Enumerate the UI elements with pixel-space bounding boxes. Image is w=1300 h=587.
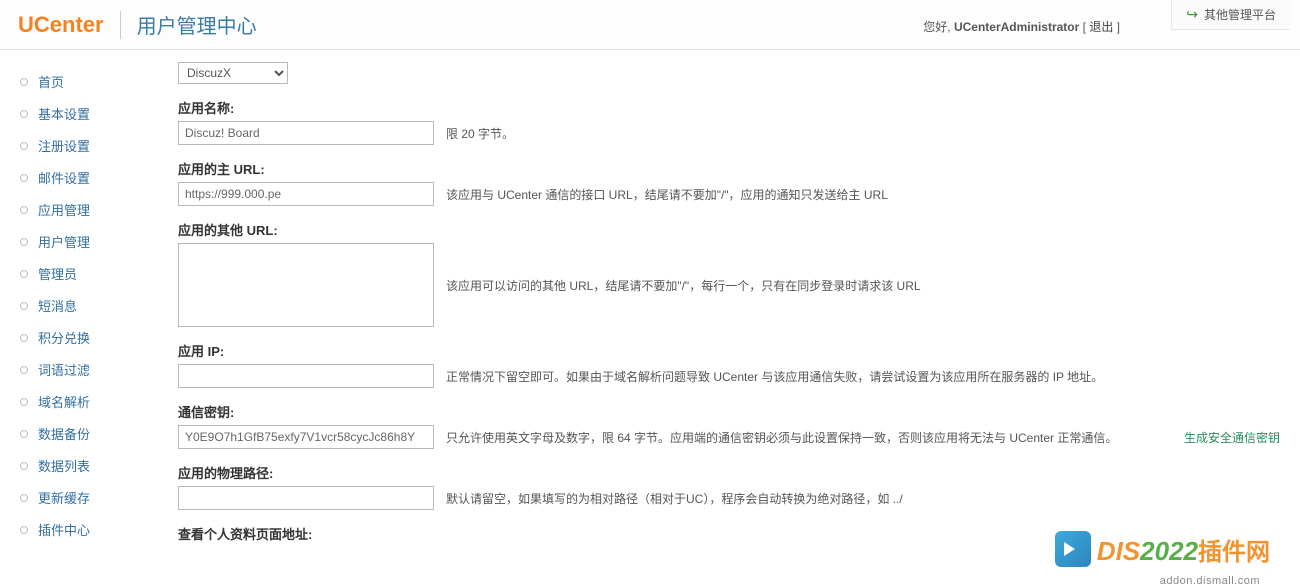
username-text: UCenterAdministrator [954, 20, 1079, 34]
hint-ip: 正常情况下留空即可。如果由于域名解析问题导致 UCenter 与该应用通信失败，… [446, 364, 1280, 387]
sidebar-link-plugins[interactable]: 插件中心 [38, 520, 90, 539]
sidebar-item: 首页 [20, 72, 160, 91]
sidebar-item: 插件中心 [20, 520, 160, 539]
sidebar-link-domain[interactable]: 域名解析 [38, 392, 90, 411]
share-arrow-icon: ↪ [1186, 6, 1198, 23]
sidebar-item: 基本设置 [20, 104, 160, 123]
sidebar-link-datalist[interactable]: 数据列表 [38, 456, 90, 475]
app-type-select[interactable]: DiscuzX [178, 62, 288, 84]
sidebar-item: 用户管理 [20, 232, 160, 251]
other-platform-link[interactable]: 其他管理平台 [1204, 6, 1276, 23]
logo: UCenter [18, 12, 104, 38]
row-appname: 应用名称: 限 20 字节。 [178, 98, 1280, 145]
bracket-r: ] [1113, 20, 1120, 34]
input-mainurl[interactable] [178, 182, 434, 206]
header-divider [120, 11, 121, 39]
watermark: DIS2022插件网 [1055, 531, 1270, 567]
sidebar-link-apps[interactable]: 应用管理 [38, 200, 90, 219]
row-ip: 应用 IP: 正常情况下留空即可。如果由于域名解析问题导致 UCenter 与该… [178, 341, 1280, 388]
sidebar-link-cache[interactable]: 更新缓存 [38, 488, 90, 507]
sidebar-item: 词语过滤 [20, 360, 160, 379]
label-path: 应用的物理路径: [178, 463, 1280, 482]
sidebar-item: 应用管理 [20, 200, 160, 219]
bracket-l: [ [1079, 20, 1089, 34]
row-otherurl: 应用的其他 URL: 该应用可以访问的其他 URL，结尾请不要加"/"，每行一个… [178, 220, 1280, 327]
label-ip: 应用 IP: [178, 341, 1280, 360]
sidebar: 首页 基本设置 注册设置 邮件设置 应用管理 用户管理 管理员 短消息 积分兑换… [0, 50, 160, 557]
layout: 首页 基本设置 注册设置 邮件设置 应用管理 用户管理 管理员 短消息 积分兑换… [0, 50, 1300, 557]
row-type: DiscuzX [178, 62, 1280, 84]
sidebar-link-filter[interactable]: 词语过滤 [38, 360, 90, 379]
sidebar-link-register[interactable]: 注册设置 [38, 136, 90, 155]
generate-key-link[interactable]: 生成安全通信密钥 [1184, 425, 1280, 446]
input-path[interactable] [178, 486, 434, 510]
sidebar-link-backup[interactable]: 数据备份 [38, 424, 90, 443]
label-mainurl: 应用的主 URL: [178, 159, 1280, 178]
sidebar-item: 数据列表 [20, 456, 160, 475]
label-appname: 应用名称: [178, 98, 1280, 117]
input-ip[interactable] [178, 364, 434, 388]
sidebar-item: 数据备份 [20, 424, 160, 443]
label-otherurl: 应用的其他 URL: [178, 220, 1280, 239]
sidebar-link-home[interactable]: 首页 [38, 72, 64, 91]
watermark-cursor-icon [1055, 531, 1091, 567]
logo-center: Center [34, 12, 104, 37]
header: UCenter 用户管理中心 您好, UCenterAdministrator … [0, 0, 1300, 50]
watermark-text: DIS2022插件网 [1097, 532, 1270, 567]
textarea-otherurl[interactable] [178, 243, 434, 327]
sidebar-item: 邮件设置 [20, 168, 160, 187]
input-appname[interactable] [178, 121, 434, 145]
sidebar-item: 短消息 [20, 296, 160, 315]
input-key[interactable] [178, 425, 434, 449]
sidebar-item: 管理员 [20, 264, 160, 283]
greeting-text: 您好, [923, 20, 954, 34]
hint-otherurl: 该应用可以访问的其他 URL，结尾请不要加"/"，每行一个，只有在同步登录时请求… [446, 243, 1280, 296]
sidebar-link-mail[interactable]: 邮件设置 [38, 168, 90, 187]
watermark-sub: addon.dismall.com [1160, 575, 1260, 587]
hint-mainurl: 该应用与 UCenter 通信的接口 URL，结尾请不要加"/"，应用的通知只发… [446, 182, 1280, 205]
main-content: DiscuzX 应用名称: 限 20 字节。 应用的主 URL: 该应用与 UC… [160, 50, 1300, 557]
sidebar-link-credits[interactable]: 积分兑换 [38, 328, 90, 347]
row-key: 通信密钥: 只允许使用英文字母及数字，限 64 字节。应用端的通信密钥必须与此设… [178, 402, 1280, 449]
header-userinfo: 您好, UCenterAdministrator [ 退出 ] [923, 18, 1120, 35]
sidebar-link-basic[interactable]: 基本设置 [38, 104, 90, 123]
hint-key: 只允许使用英文字母及数字，限 64 字节。应用端的通信密钥必须与此设置保持一致，… [446, 425, 1172, 448]
sidebar-link-pm[interactable]: 短消息 [38, 296, 77, 315]
hint-appname: 限 20 字节。 [446, 121, 1280, 144]
label-key: 通信密钥: [178, 402, 1280, 421]
header-subtitle: 用户管理中心 [137, 10, 257, 39]
sidebar-item: 积分兑换 [20, 328, 160, 347]
sidebar-link-users[interactable]: 用户管理 [38, 232, 90, 251]
row-path: 应用的物理路径: 默认请留空，如果填写的为相对路径（相对于UC），程序会自动转换… [178, 463, 1280, 510]
other-platform-box[interactable]: ↪ 其他管理平台 [1171, 0, 1290, 30]
row-mainurl: 应用的主 URL: 该应用与 UCenter 通信的接口 URL，结尾请不要加"… [178, 159, 1280, 206]
sidebar-item: 注册设置 [20, 136, 160, 155]
logo-u: U [18, 12, 34, 37]
sidebar-list: 首页 基本设置 注册设置 邮件设置 应用管理 用户管理 管理员 短消息 积分兑换… [20, 72, 160, 539]
sidebar-item: 更新缓存 [20, 488, 160, 507]
sidebar-item: 域名解析 [20, 392, 160, 411]
logout-link[interactable]: 退出 [1089, 20, 1113, 34]
sidebar-link-admins[interactable]: 管理员 [38, 264, 77, 283]
